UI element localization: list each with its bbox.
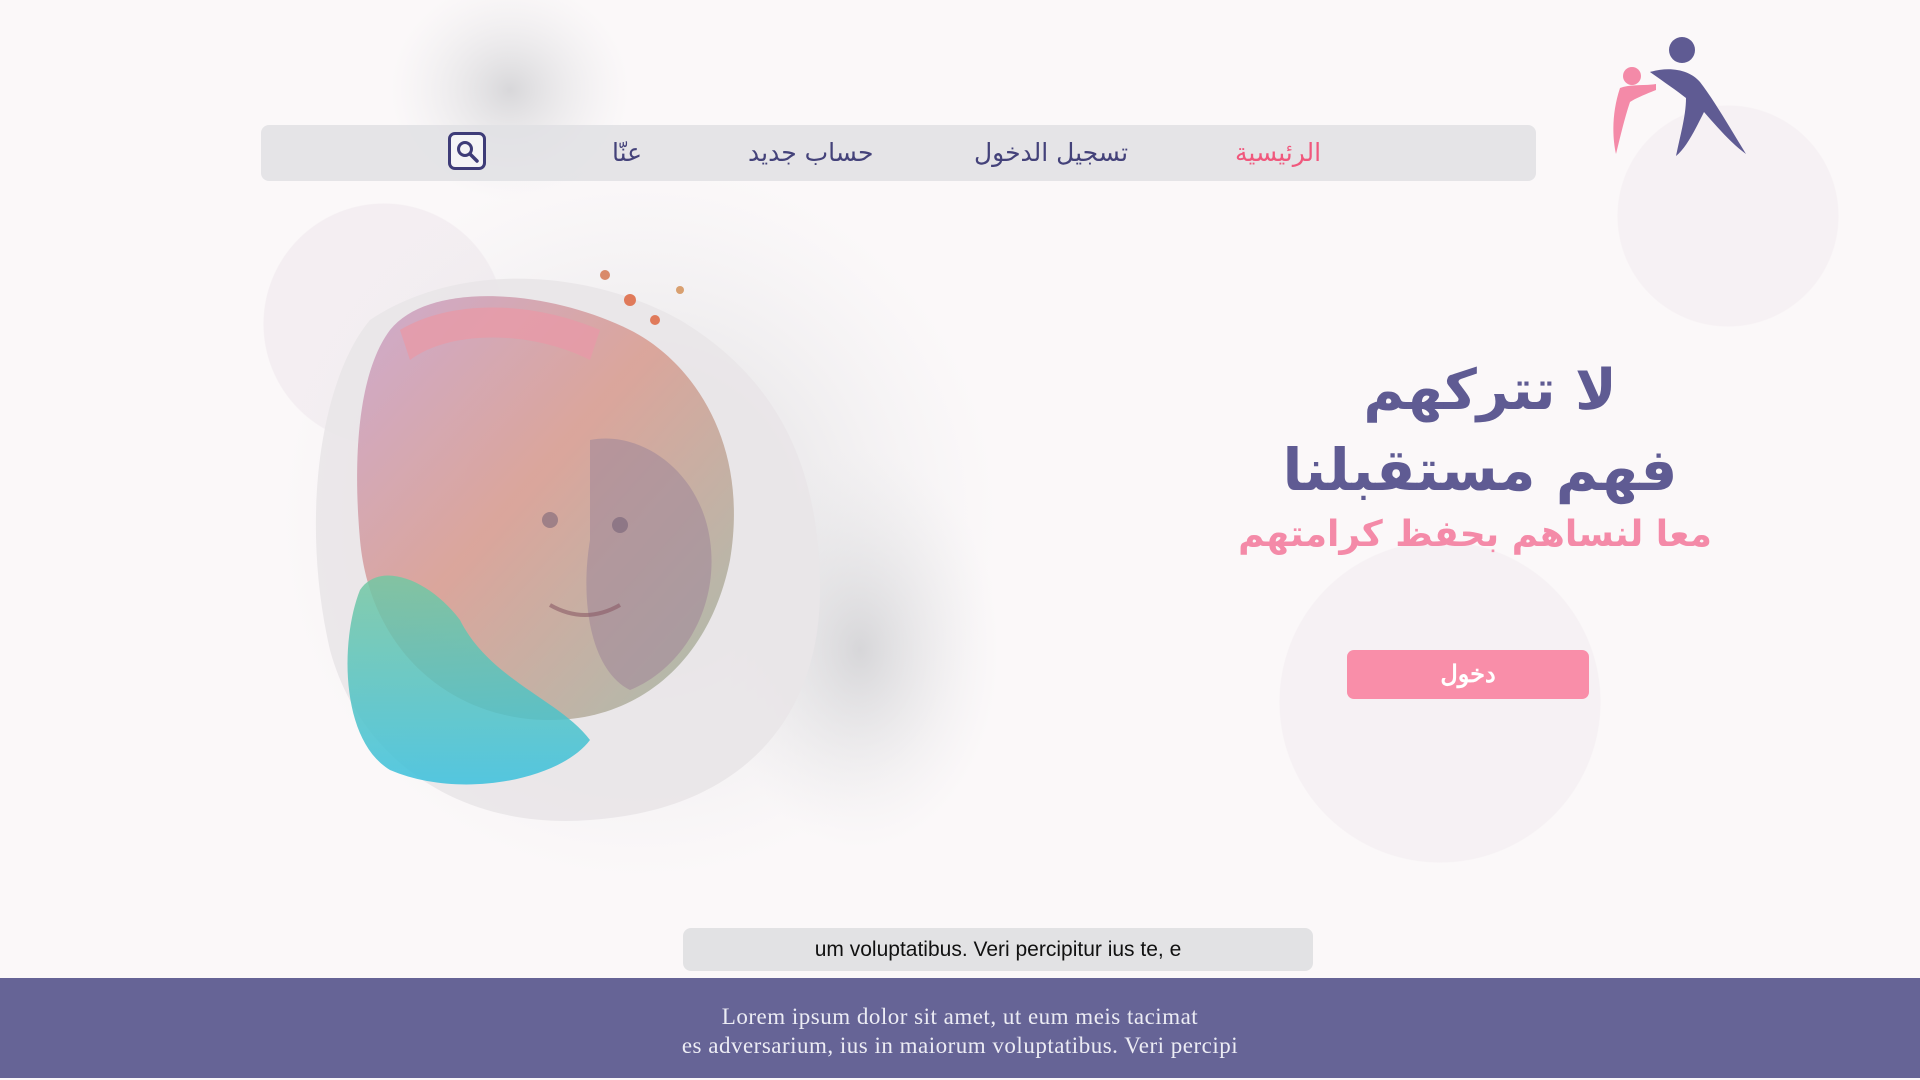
nav-item-login[interactable]: تسجيل الدخول [974,125,1128,181]
hero-headline-line2: فهم مستقبلنا [1282,436,1678,504]
caption-strip: um voluptatibus. Veri percipitur ius te,… [683,928,1313,971]
footer-text-line2: es adversarium, ius in maiorum voluptati… [681,1033,1239,1058]
search-button[interactable] [448,132,486,170]
hero-headline-line1: لا تتركهم [1363,358,1617,423]
nav-item-register[interactable]: حساب جديد [748,125,874,181]
nav-item-home[interactable]: الرئيسية [1235,125,1321,181]
enter-button[interactable]: دخول [1347,650,1589,699]
hero-subheadline: معا لنساهم بحفظ كرامتهم [1238,514,1712,555]
family-figures-logo[interactable] [1610,36,1750,160]
footer-text-line1: Lorem ipsum dolor sit amet, ut eum meis … [721,1004,1199,1029]
search-icon [457,141,479,163]
nav-item-about[interactable]: عنّا [612,125,642,181]
footer: Lorem ipsum dolor sit amet, ut eum meis … [0,978,1920,1078]
main-navbar: الرئيسية تسجيل الدخول حساب جديد عنّا [261,125,1536,181]
